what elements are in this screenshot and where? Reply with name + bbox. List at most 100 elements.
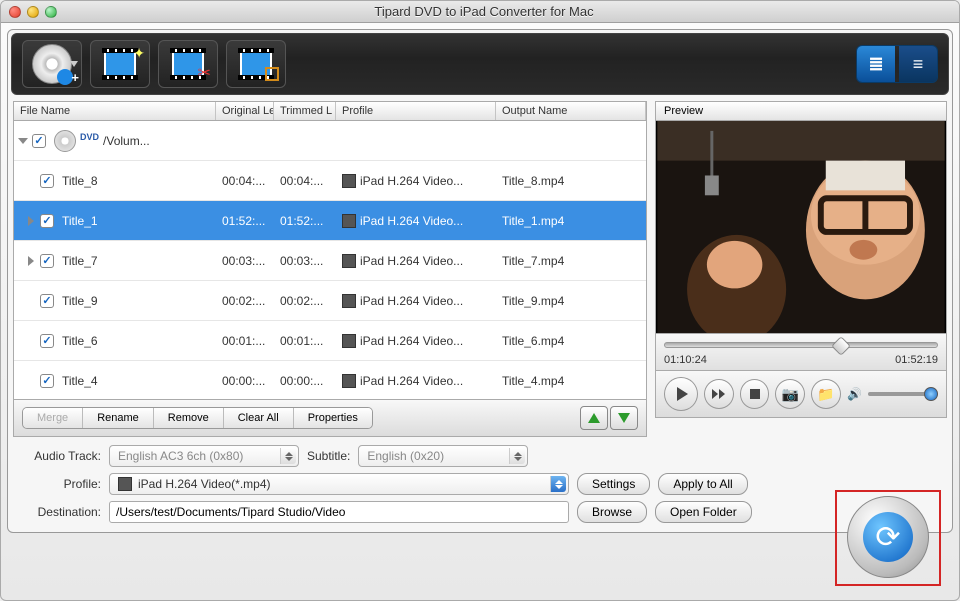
move-up-button[interactable] [580,406,608,430]
arrow-down-icon [618,413,630,423]
profile-text: iPad H.264 Video... [360,334,463,348]
zoom-icon[interactable] [45,6,57,18]
disclosure-icon[interactable] [28,256,34,266]
checkbox[interactable]: ✓ [40,214,54,228]
arrow-up-icon [588,413,600,423]
profile-text: iPad H.264 Video... [360,254,463,268]
remove-button[interactable]: Remove [154,408,224,428]
output-name: Title_1.mp4 [496,214,646,228]
volume-slider[interactable] [868,392,938,396]
convert-icon: ⟳ [875,520,900,555]
fast-forward-button[interactable] [704,379,734,409]
settings-button[interactable]: Settings [577,473,650,495]
original-length: 00:02:... [216,294,274,308]
disclosure-icon[interactable] [18,138,28,144]
original-length: 00:03:... [216,254,274,268]
output-name: Title_6.mp4 [496,334,646,348]
table-row[interactable]: ✓Title_700:03:...00:03:...iPad H.264 Vid… [14,241,646,281]
disclosure-icon[interactable] [28,216,34,226]
checkbox[interactable]: ✓ [40,174,54,188]
profile-icon [342,334,356,348]
original-length: 01:52:... [216,214,274,228]
trim-button[interactable]: ✂ [158,40,218,88]
stop-button[interactable] [740,379,770,409]
trimmed-length: 00:01:... [274,334,336,348]
play-button[interactable] [664,377,698,411]
table-row[interactable]: ✓Title_600:01:...00:01:...iPad H.264 Vid… [14,321,646,361]
profile-text: iPad H.264 Video... [360,214,463,228]
preview-player[interactable] [655,120,947,334]
fast-forward-icon [712,389,725,399]
profile-icon [342,374,356,388]
seek-slider[interactable] [664,342,938,348]
playback-controls: 📷 📁 🔊 [655,371,947,418]
snapshot-folder-button[interactable]: 📁 [811,379,841,409]
profile-text: iPad H.264 Video... [360,374,463,388]
folder-icon: 📁 [817,386,834,403]
snapshot-button[interactable]: 📷 [775,379,805,409]
preview-frame-icon [656,121,946,333]
file-name: Title_4 [62,374,98,388]
time-bar: 01:10:24 01:52:19 [655,334,947,371]
apply-all-button[interactable]: Apply to All [658,473,747,495]
open-folder-button[interactable]: Open Folder [655,501,752,523]
profile-label: Profile: [17,477,101,491]
volume-icon: 🔊 [847,387,862,401]
col-profile[interactable]: Profile [336,102,496,120]
chevron-down-icon [70,61,78,67]
seek-thumb[interactable] [831,336,851,356]
table-row[interactable]: ✓Title_400:00:...00:00:...iPad H.264 Vid… [14,361,646,400]
volume-thumb[interactable] [924,387,938,401]
close-icon[interactable] [9,6,21,18]
subtitle-label: Subtitle: [307,449,350,463]
browse-button[interactable]: Browse [577,501,647,523]
settings-panel: Audio Track: English AC3 6ch (0x80) Subt… [17,445,943,523]
destination-input[interactable] [109,501,569,523]
table-row[interactable]: ✓Title_101:52:...01:52:...iPad H.264 Vid… [14,201,646,241]
properties-button[interactable]: Properties [294,408,372,428]
convert-button[interactable]: ⟳ [847,496,929,578]
audio-track-label: Audio Track: [17,449,101,463]
profile-icon [342,254,356,268]
profile-text: iPad H.264 Video... [360,174,463,188]
output-name: Title_7.mp4 [496,254,646,268]
rename-button[interactable]: Rename [83,408,154,428]
checkbox[interactable]: ✓ [40,374,54,388]
dvd-icon [32,44,72,84]
audio-track-select[interactable]: English AC3 6ch (0x80) [109,445,299,467]
crop-button[interactable] [226,40,286,88]
table-row-parent[interactable]: ✓DVD/Volum... [14,121,646,161]
checkbox[interactable]: ✓ [40,254,54,268]
table-row[interactable]: ✓Title_900:02:...00:02:...iPad H.264 Vid… [14,281,646,321]
output-name: Title_9.mp4 [496,294,646,308]
load-dvd-button[interactable]: + [22,40,82,88]
checkbox[interactable]: ✓ [32,134,46,148]
effect-button[interactable]: ✦ [90,40,150,88]
merge-button[interactable]: Merge [23,408,83,428]
titlebar: Tipard DVD to iPad Converter for Mac [1,1,959,23]
col-filename[interactable]: File Name [14,102,216,120]
trimmed-length: 00:02:... [274,294,336,308]
move-down-button[interactable] [610,406,638,430]
window-controls [9,6,57,18]
col-trimmed-length[interactable]: Trimmed L [274,102,336,120]
profile-select[interactable]: iPad H.264 Video(*.mp4) [109,473,569,495]
list-toolbar: Merge Rename Remove Clear All Properties [13,400,647,437]
view-mode-toggle: ≣ ≡ [856,45,938,83]
clear-all-button[interactable]: Clear All [224,408,294,428]
checkbox[interactable]: ✓ [40,334,54,348]
output-name: Title_4.mp4 [496,374,646,388]
time-duration: 01:52:19 [895,354,938,366]
col-original-length[interactable]: Original Le [216,102,274,120]
subtitle-select[interactable]: English (0x20) [358,445,528,467]
minimize-icon[interactable] [27,6,39,18]
dvd-icon [54,130,76,152]
view-detailed-button[interactable]: ≣ [857,46,895,82]
output-name: Title_8.mp4 [496,174,646,188]
file-name: Title_8 [62,174,98,188]
col-output-name[interactable]: Output Name [496,102,646,120]
table-row[interactable]: ✓Title_800:04:...00:04:...iPad H.264 Vid… [14,161,646,201]
checkbox[interactable]: ✓ [40,294,54,308]
trimmed-length: 00:03:... [274,254,336,268]
view-list-button[interactable]: ≡ [899,46,937,82]
